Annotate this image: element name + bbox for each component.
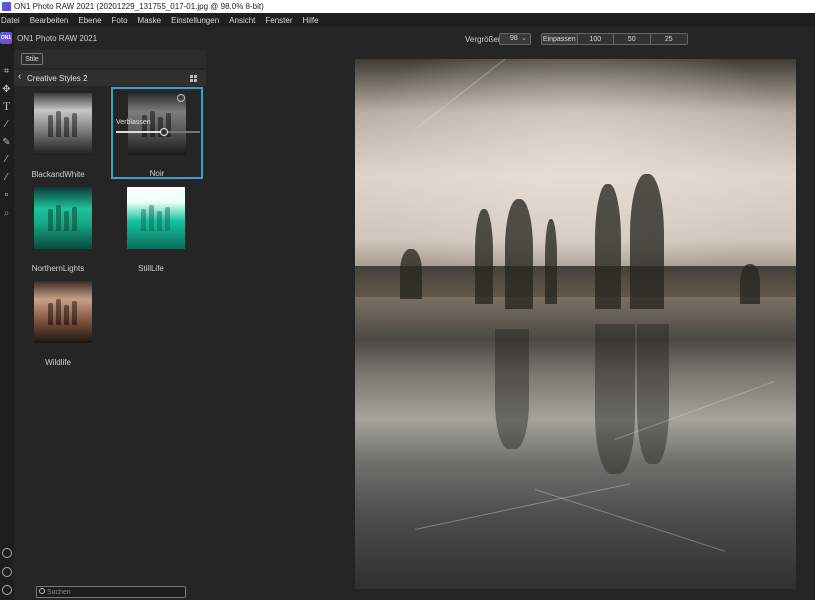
- menu-maske[interactable]: Maske: [138, 16, 162, 25]
- style-wildlife[interactable]: Wildlife: [12, 276, 104, 368]
- photo-preview[interactable]: [355, 59, 796, 589]
- style-label: Noir: [149, 169, 165, 178]
- text-icon[interactable]: T: [1, 100, 12, 112]
- menu-einstellungen[interactable]: Einstellungen: [171, 16, 219, 25]
- help-icon[interactable]: [2, 585, 12, 595]
- style-label: Wildlife: [45, 358, 71, 367]
- search-input[interactable]: [47, 588, 177, 597]
- zoom-100-button[interactable]: 100: [577, 34, 615, 44]
- zoom-value: 98: [510, 35, 518, 42]
- zoom-preset-group: Einpassen 100 50 25: [541, 33, 688, 45]
- search-icon: [39, 588, 45, 594]
- fade-slider-fill: [116, 131, 164, 133]
- move-icon[interactable]: ✥: [1, 84, 12, 95]
- title-bar: ON1 Photo RAW 2021 (20201229_131755_017-…: [0, 0, 815, 13]
- mask-brush-icon[interactable]: ✎: [1, 137, 12, 148]
- grid-view-icon[interactable]: [190, 75, 197, 82]
- style-stilllife[interactable]: StillLife: [105, 182, 197, 274]
- menu-fenster[interactable]: Fenster: [265, 16, 292, 25]
- fade-slider-handle[interactable]: [160, 128, 168, 136]
- zoom-50-button[interactable]: 50: [614, 34, 651, 44]
- gradient-icon[interactable]: ∕: [1, 172, 12, 183]
- menu-bar: Datei Bearbeiten Ebene Foto Maske Einste…: [0, 13, 815, 27]
- menu-datei[interactable]: Datei: [1, 16, 20, 25]
- category-title: Creative Styles 2: [27, 74, 88, 83]
- tab-stile[interactable]: Stile: [21, 53, 43, 65]
- crop-icon[interactable]: ⌗: [1, 66, 12, 77]
- settings-icon[interactable]: [2, 548, 12, 558]
- menu-hilfe[interactable]: Hilfe: [303, 16, 319, 25]
- retouch-icon[interactable]: ⁄: [1, 154, 12, 165]
- chevron-left-icon[interactable]: ‹: [18, 72, 26, 82]
- fade-label: Verblassen: [116, 119, 151, 126]
- app-window-icon: [2, 2, 11, 11]
- menu-foto[interactable]: Foto: [112, 16, 128, 25]
- style-thumbnail: [34, 281, 92, 343]
- zoom-select[interactable]: 98 ⌄: [499, 33, 531, 45]
- zoom-25-button[interactable]: 25: [650, 34, 687, 44]
- brush-icon[interactable]: ∕: [1, 119, 12, 130]
- favorite-icon[interactable]: [177, 94, 185, 102]
- style-thumbnail: [34, 187, 92, 249]
- style-blackandwhite[interactable]: BlackandWhite: [12, 88, 104, 180]
- style-noir[interactable]: Noir: [111, 87, 203, 179]
- style-label: NorthernLights: [31, 264, 85, 273]
- app-name: ON1 Photo RAW 2021: [17, 34, 98, 43]
- app-logo: ON1: [0, 32, 12, 44]
- window-title: ON1 Photo RAW 2021 (20201229_131755_017-…: [14, 2, 264, 11]
- menu-ebene[interactable]: Ebene: [78, 16, 101, 25]
- style-label: BlackandWhite: [31, 170, 85, 179]
- user-icon[interactable]: [2, 567, 12, 577]
- clone-icon[interactable]: ∘: [1, 190, 12, 201]
- menu-bearbeiten[interactable]: Bearbeiten: [30, 16, 69, 25]
- style-thumbnail: [34, 93, 92, 155]
- zoom-icon[interactable]: ⌕: [1, 208, 12, 219]
- chevron-down-icon: ⌄: [521, 35, 527, 42]
- menu-ansicht[interactable]: Ansicht: [229, 16, 255, 25]
- style-northernlights[interactable]: NorthernLights: [12, 182, 104, 274]
- fit-button[interactable]: Einpassen: [542, 34, 578, 44]
- style-label: StillLife: [138, 264, 164, 273]
- style-thumbnail: [127, 187, 185, 249]
